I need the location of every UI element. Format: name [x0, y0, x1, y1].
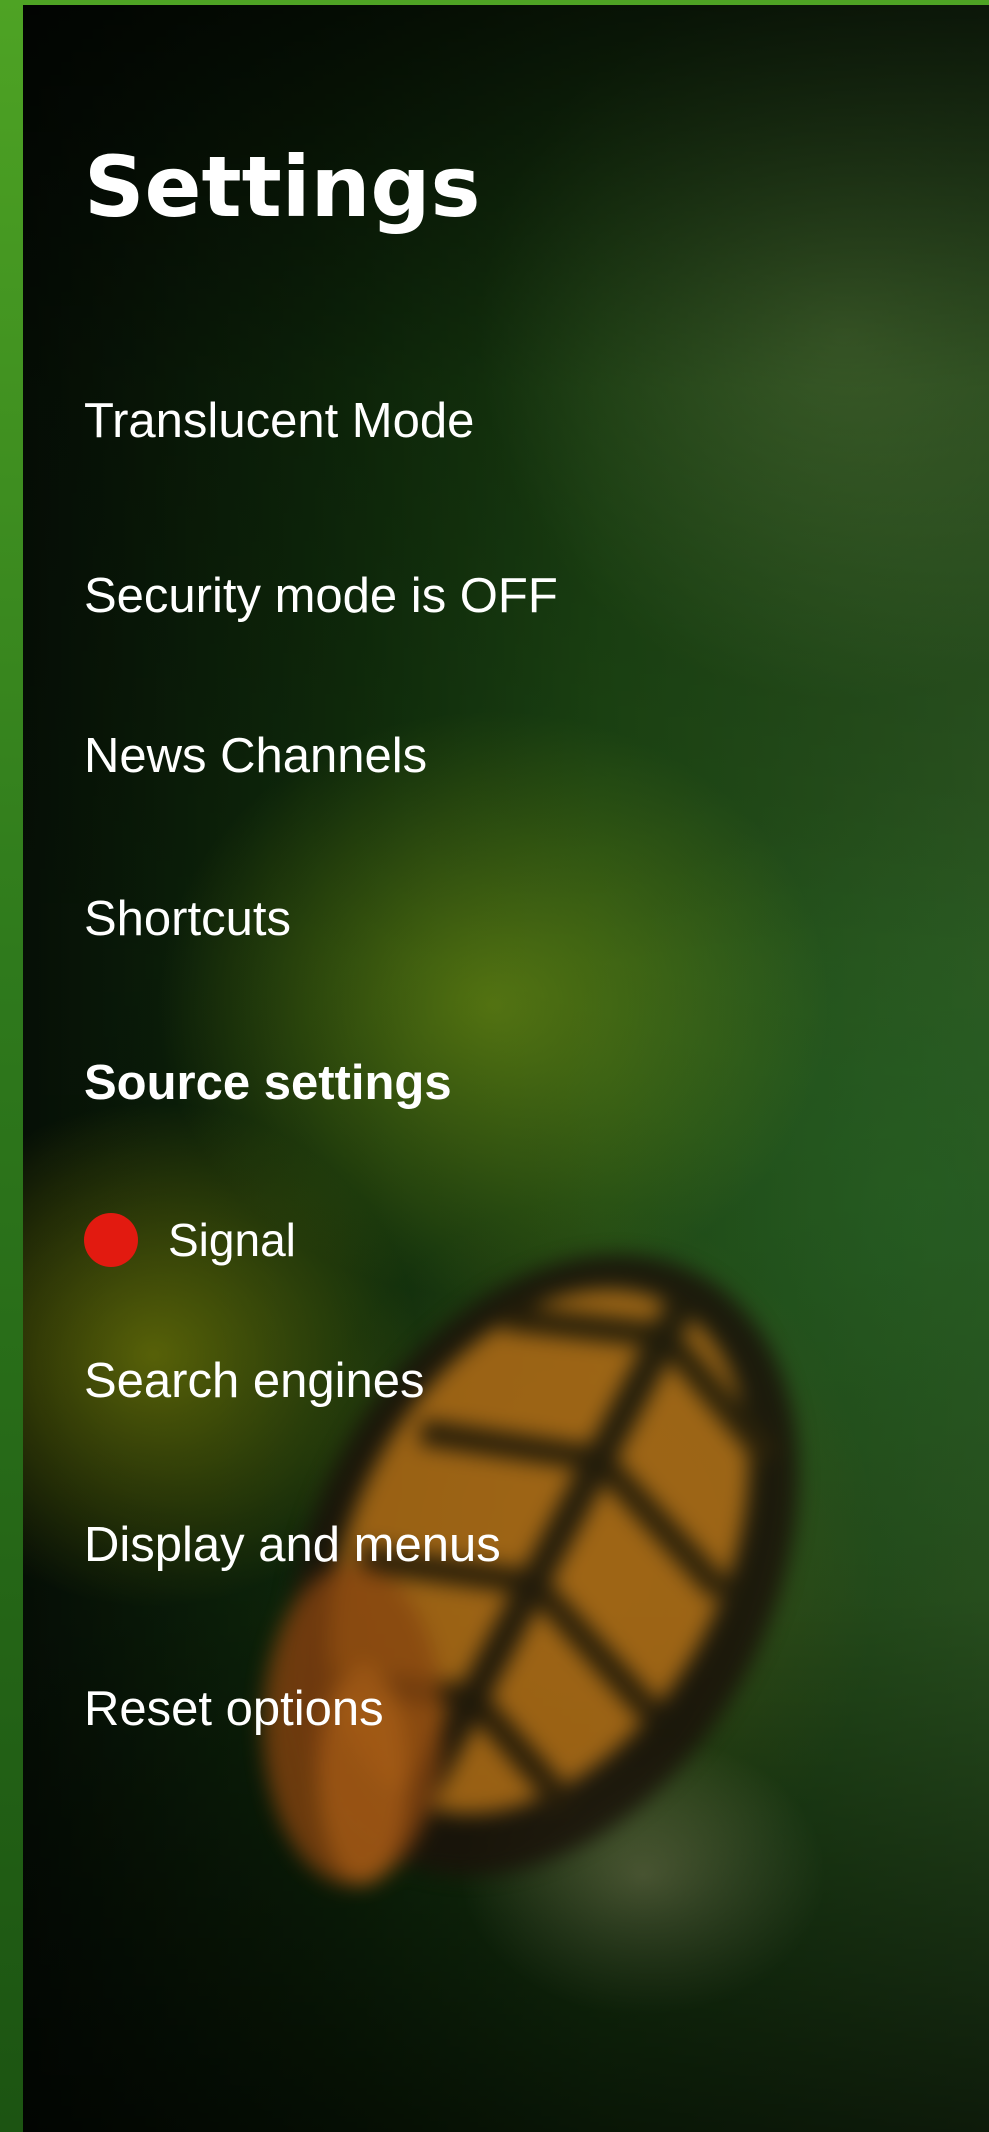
- settings-content: Settings Translucent Mode Security mode …: [23, 5, 989, 2132]
- settings-panel: Settings Translucent Mode Security mode …: [23, 5, 989, 2132]
- menu-item-display-and-menus[interactable]: Display and menus: [84, 1521, 501, 1570]
- page-title: Settings: [84, 138, 481, 236]
- menu-item-shortcuts[interactable]: Shortcuts: [84, 895, 291, 944]
- menu-item-security-mode[interactable]: Security mode is OFF: [84, 572, 558, 621]
- menu-item-search-engines[interactable]: Search engines: [84, 1357, 425, 1406]
- menu-item-translucent-mode[interactable]: Translucent Mode: [84, 397, 474, 446]
- signal-status-dot-icon: [84, 1213, 138, 1267]
- menu-item-signal[interactable]: Signal: [84, 1213, 296, 1267]
- signal-label: Signal: [168, 1214, 296, 1266]
- menu-item-reset-options[interactable]: Reset options: [84, 1685, 384, 1734]
- menu-item-source-settings[interactable]: Source settings: [84, 1059, 452, 1108]
- menu-item-news-channels[interactable]: News Channels: [84, 732, 427, 781]
